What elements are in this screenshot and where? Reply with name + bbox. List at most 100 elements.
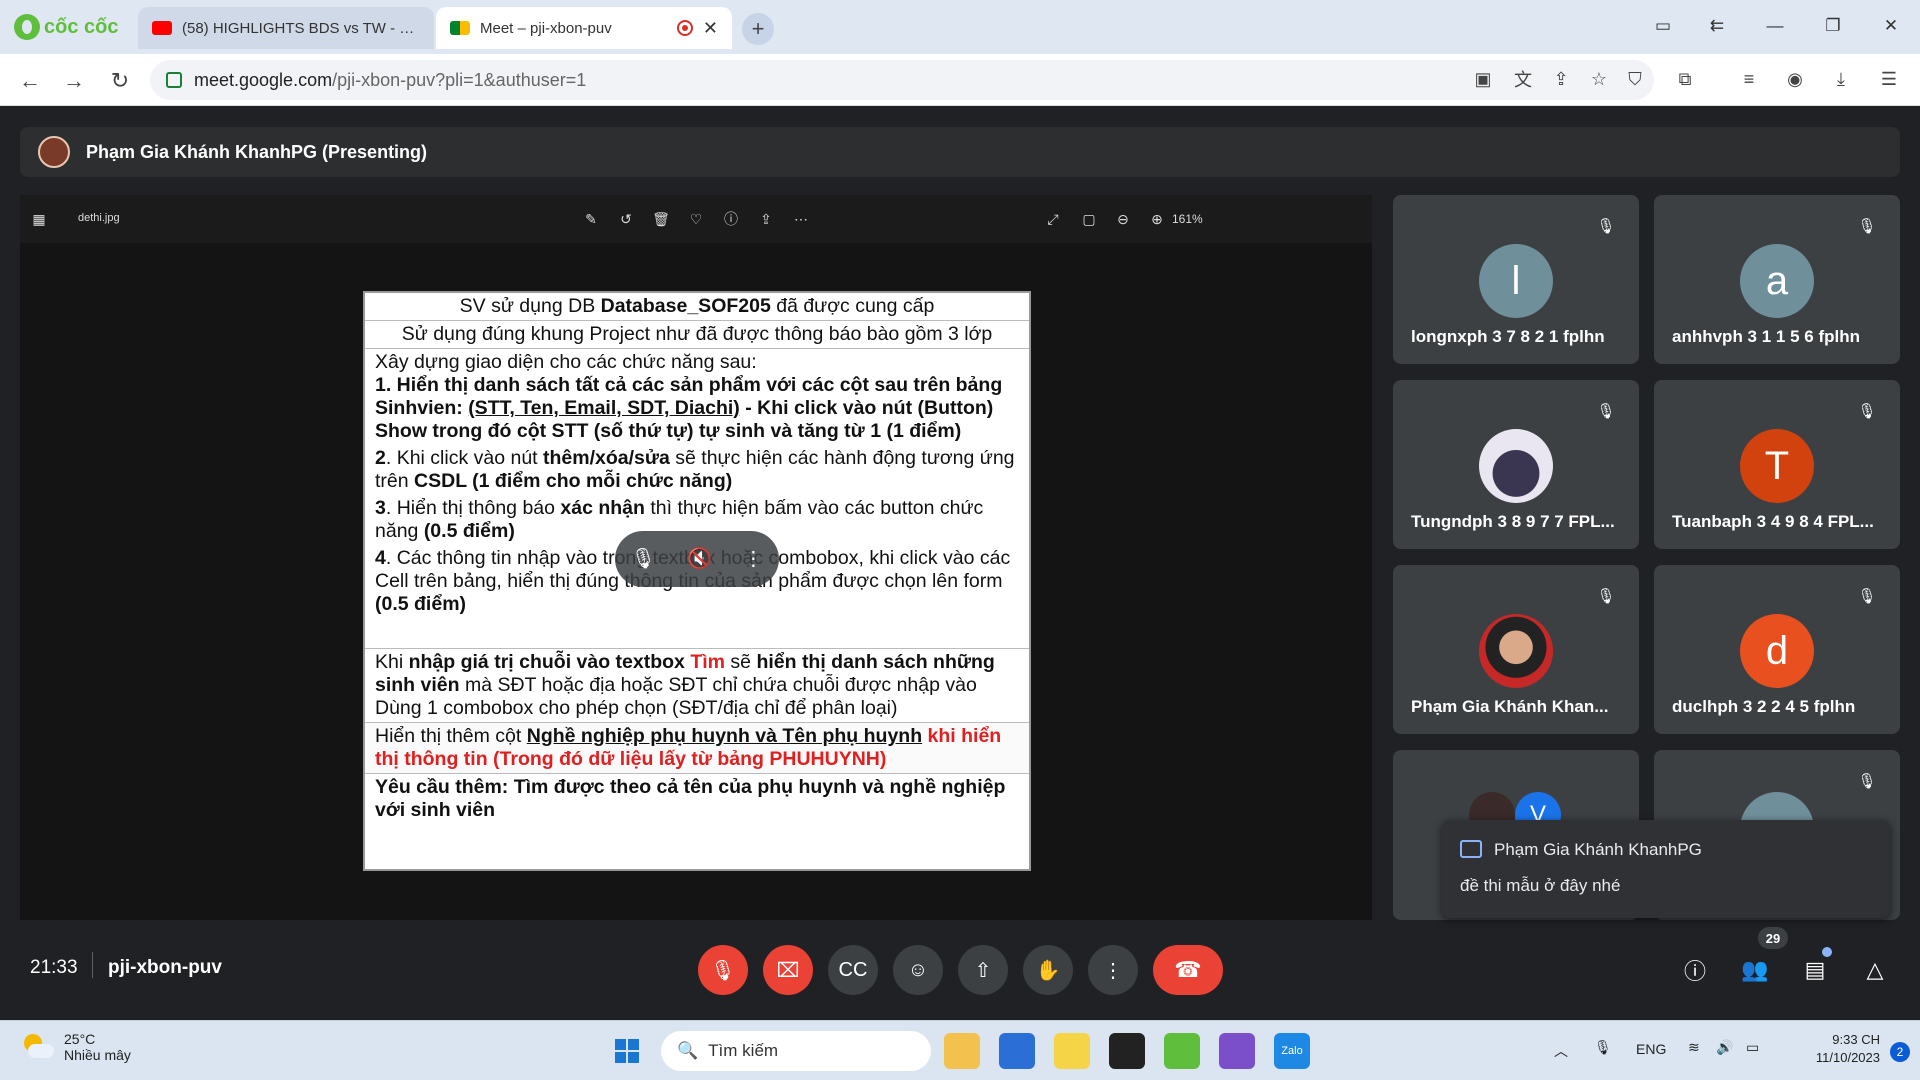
back-arrow-icon[interactable]: ⇇ (1694, 8, 1740, 44)
edit-icon[interactable]: ✎ (580, 208, 602, 230)
camera-toggle-button[interactable]: ⌧ (763, 945, 813, 995)
participant-name: duclhph 3 2 2 4 5 fplhn (1672, 697, 1856, 716)
taskbar-search[interactable]: 🔍 Tìm kiếm (661, 1031, 931, 1071)
clock-time: 9:33 CH (1832, 1032, 1880, 1047)
doc-text: xác nhận (560, 497, 645, 519)
menu-icon[interactable]: ☰ (1874, 64, 1904, 94)
app-icon[interactable] (1054, 1033, 1090, 1069)
recording-icon (676, 20, 693, 36)
participant-tile[interactable]: 🎙 T Tuanbaph 3 4 9 8 4 FPL... (1654, 380, 1900, 549)
speaker-off-icon[interactable]: 🔇 (687, 548, 712, 571)
share-icon[interactable]: ⇪ (755, 208, 777, 230)
zalo-icon[interactable]: Zalo (1274, 1033, 1310, 1069)
zoom-out-icon[interactable]: ⊖ (1112, 208, 1134, 230)
camera-icon[interactable]: ▣ (1468, 64, 1498, 94)
notification-badge[interactable]: 2 (1890, 1042, 1910, 1062)
participant-tile[interactable]: 🎙 d duclhph 3 2 2 4 5 fplhn (1654, 565, 1900, 734)
activities-icon[interactable]: △ (1857, 952, 1893, 988)
shield-icon[interactable]: ⛉ (1620, 64, 1650, 94)
delete-icon[interactable]: 🗑 (650, 208, 672, 230)
close-tab-icon[interactable]: ✕ (703, 18, 718, 39)
tab-youtube[interactable]: (58) HIGHLIGHTS BDS vs TW - GAME (138, 7, 434, 49)
presentation-stage[interactable]: ▦ dethi.jpg ✎ ↺ 🗑 ♡ ⓘ ⇪ ⋯ ⤢ ▢ ⊖ ⊕ 161% S… (20, 195, 1372, 920)
more-options-button[interactable]: ⋮ (1088, 945, 1138, 995)
secure-lock-icon[interactable] (166, 72, 182, 88)
coccoc-browser-icon[interactable] (1164, 1033, 1200, 1069)
doc-text: 3 (375, 497, 386, 519)
back-button[interactable]: ← (14, 65, 46, 97)
participant-avatar: l (1479, 244, 1553, 318)
captions-button[interactable]: CC (828, 945, 878, 995)
doc-line: Sử dụng đúng khung Project như đã được t… (365, 321, 1029, 349)
profile-avatar[interactable]: ◉ (1780, 64, 1810, 94)
chat-notification[interactable]: Phạm Gia Khánh KhanhPG đề thi mẫu ở đây … (1442, 820, 1890, 918)
participant-tile[interactable]: 🎙 Tungndph 3 8 9 7 7 FPL... (1393, 380, 1639, 549)
mic-toggle-button[interactable]: 🎙 (698, 945, 748, 995)
download-icon[interactable]: ⤓ (1826, 64, 1856, 94)
screen-capture-icon[interactable]: ▭ (1640, 8, 1686, 44)
minimize-button[interactable]: — (1752, 8, 1798, 44)
emoji-button[interactable]: ☺ (893, 945, 943, 995)
close-window-button[interactable]: ✕ (1868, 8, 1914, 44)
new-tab-button[interactable]: + (742, 13, 774, 45)
info-icon[interactable]: ⓘ (720, 208, 742, 230)
browser-brand[interactable]: cốc cốc (14, 14, 118, 40)
weather-widget[interactable]: 25°C Nhiều mây (20, 1031, 131, 1063)
tab-meet[interactable]: Meet – pji-xbon-puv ✕ (436, 7, 732, 49)
system-clock[interactable]: 9:33 CH 11/10/2023 (1816, 1031, 1880, 1067)
volume-icon[interactable]: 🔊 (1716, 1039, 1733, 1056)
chat-icon[interactable]: ▤ (1797, 952, 1833, 988)
meeting-info-icon[interactable]: ⓘ (1677, 952, 1713, 988)
raise-hand-button[interactable]: ✋ (1023, 945, 1073, 995)
microphone-icon[interactable]: 🎙 (1594, 1039, 1612, 1056)
doc-text: (0.5 điểm) (423, 520, 515, 542)
people-icon[interactable]: 👥 (1737, 952, 1773, 988)
present-button[interactable]: ⇧ (958, 945, 1008, 995)
mic-off-icon: 🎙 (1596, 403, 1616, 420)
share-icon[interactable]: ⇪ (1546, 64, 1576, 94)
translate-icon[interactable]: 文 (1508, 64, 1538, 94)
rotate-icon[interactable]: ↺ (615, 208, 637, 230)
doc-text: (0.5 điểm) (375, 593, 467, 615)
store-icon[interactable] (999, 1033, 1035, 1069)
extensions-icon[interactable]: ⧉ (1670, 64, 1700, 94)
leave-call-button[interactable]: ☎ (1153, 945, 1223, 995)
participant-name: Phạm Gia Khánh Khan... (1411, 697, 1609, 716)
more-icon[interactable]: ⋯ (790, 208, 812, 230)
doc-section: Khi nhập giá trị chuỗi vào textbox Tìm s… (365, 649, 1029, 723)
reload-button[interactable]: ↻ (104, 65, 136, 97)
doc-text: đã được cung cấp (770, 295, 935, 317)
fullscreen-icon[interactable]: ⤢ (1042, 208, 1064, 230)
people-count-badge: 29 (1758, 927, 1788, 949)
doc-section: Hiển thị thêm cột Nghề nghiệp phụ huynh … (365, 723, 1029, 774)
zoom-level: 161% (1172, 212, 1203, 226)
participant-tile[interactable]: 🎙 Phạm Gia Khánh Khan... (1393, 565, 1639, 734)
image-viewer-toolbar: ▦ dethi.jpg ✎ ↺ 🗑 ♡ ⓘ ⇪ ⋯ ⤢ ▢ ⊖ ⊕ 161% (20, 195, 1372, 243)
file-explorer-icon[interactable] (944, 1033, 980, 1069)
meeting-code: pji-xbon-puv (108, 957, 222, 978)
language-indicator[interactable]: ENG (1636, 1041, 1666, 1057)
media-control-icon[interactable]: ≡ (1734, 64, 1764, 94)
participant-tile[interactable]: 🎙 a anhhvph 3 1 1 5 6 fplhn (1654, 195, 1900, 364)
fit-icon[interactable]: ▢ (1078, 208, 1100, 230)
maximize-button[interactable]: ❐ (1810, 8, 1856, 44)
battery-icon[interactable]: ▭ (1746, 1039, 1759, 1056)
forward-button[interactable]: → (58, 65, 90, 97)
participant-avatar (1479, 429, 1553, 503)
mic-off-icon[interactable]: 🎙 (631, 548, 656, 571)
bookmark-star-icon[interactable]: ☆ (1584, 64, 1614, 94)
tray-expand-icon[interactable]: ︿ (1554, 1041, 1568, 1061)
tab-title: (58) HIGHLIGHTS BDS vs TW - GAME (182, 19, 420, 37)
game-app-icon[interactable] (1109, 1033, 1145, 1069)
presenting-label: Phạm Gia Khánh KhanhPG (Presenting) (86, 141, 428, 162)
start-button[interactable] (609, 1033, 645, 1069)
address-bar[interactable]: meet.google.com/pji-xbon-puv?pli=1&authu… (150, 60, 1654, 100)
zoom-in-icon[interactable]: ⊕ (1146, 208, 1168, 230)
doc-item: Khi nhập giá trị chuỗi vào textbox Tìm s… (375, 651, 1019, 697)
wifi-icon[interactable]: ≋ (1688, 1039, 1700, 1056)
visual-studio-icon[interactable] (1219, 1033, 1255, 1069)
heart-icon[interactable]: ♡ (685, 208, 707, 230)
participant-tile[interactable]: 🎙 l longnxph 3 7 8 2 1 fplhn (1393, 195, 1639, 364)
meeting-time: 21:33 (30, 957, 78, 978)
more-options-icon[interactable]: ⋮ (743, 548, 763, 571)
